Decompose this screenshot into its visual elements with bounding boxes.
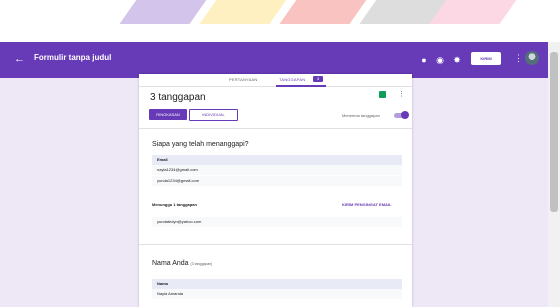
form-title[interactable]: Formulir tanpa judul: [34, 53, 111, 62]
accepting-responses-label: Menerima tanggapan: [342, 113, 380, 118]
scrollbar-thumb[interactable]: [550, 52, 558, 212]
responses-count-title: 3 tanggapan: [150, 92, 206, 103]
divider: [139, 244, 412, 245]
divider: [139, 128, 412, 129]
watermark-stripe: [279, 0, 371, 24]
list-item: yunda1234@gmail.com: [152, 176, 402, 187]
question-title: Nama Anda (3 tanggapan): [152, 260, 212, 267]
email-list: Email nayla1234@gmail.com yunda1234@gmai…: [152, 155, 402, 187]
watermark-stripe: [429, 0, 521, 24]
sheets-icon[interactable]: [379, 91, 386, 98]
active-tab-indicator: [276, 85, 326, 87]
palette-icon[interactable]: ●: [418, 54, 430, 66]
toggle-knob[interactable]: [401, 111, 409, 119]
name-list: Nama Nayla Amanda: [152, 279, 402, 300]
tab-responses[interactable]: TANGGAPAN: [279, 77, 305, 82]
tab-bar: PERTANYAAN TANGGAPAN 3: [139, 74, 412, 87]
watermark-stripe: [119, 0, 211, 24]
name-column-header: Nama: [152, 279, 402, 289]
settings-gear-icon[interactable]: ✸: [451, 54, 463, 66]
waiting-label: Menunggu 1 tanggapan: [152, 202, 197, 207]
list-item: nayla1234@gmail.com: [152, 165, 402, 176]
preview-eye-icon[interactable]: ◉: [434, 54, 446, 66]
email-column-header: Email: [152, 155, 402, 165]
waiting-list: yundatedyn@yahoo.com: [152, 217, 402, 228]
list-item: yundatedyn@yahoo.com: [152, 217, 402, 228]
question-title: Siapa yang telah menanggapi?: [152, 141, 249, 148]
app-header: ← Formulir tanpa judul ● ◉ ✸ KIRIM ⋮: [0, 42, 548, 78]
send-button[interactable]: KIRIM: [471, 52, 501, 65]
summary-tab-button[interactable]: RINGKASAN: [149, 109, 187, 120]
list-item: Nayla Amanda: [152, 289, 402, 300]
responses-count-badge: 3: [313, 76, 323, 82]
watermark-stripe: [199, 0, 291, 24]
more-vert-icon[interactable]: ⋮: [514, 53, 523, 64]
responses-panel: PERTANYAAN TANGGAPAN 3 3 tanggapan ⋮ RIN…: [139, 74, 412, 307]
question-name: Nama Anda: [152, 260, 189, 267]
avatar[interactable]: [525, 51, 539, 65]
response-count-note: (3 tanggapan): [190, 262, 213, 266]
arrow-back-icon[interactable]: ←: [14, 53, 25, 65]
watermark-banner: [0, 0, 560, 42]
more-vert-icon[interactable]: ⋮: [398, 90, 405, 98]
individual-tab-button[interactable]: INDIVIDUAL: [189, 109, 238, 121]
send-reminder-link[interactable]: KIRIM PENGINGAT EMAIL: [342, 202, 391, 207]
tab-questions[interactable]: PERTANYAAN: [229, 77, 257, 82]
